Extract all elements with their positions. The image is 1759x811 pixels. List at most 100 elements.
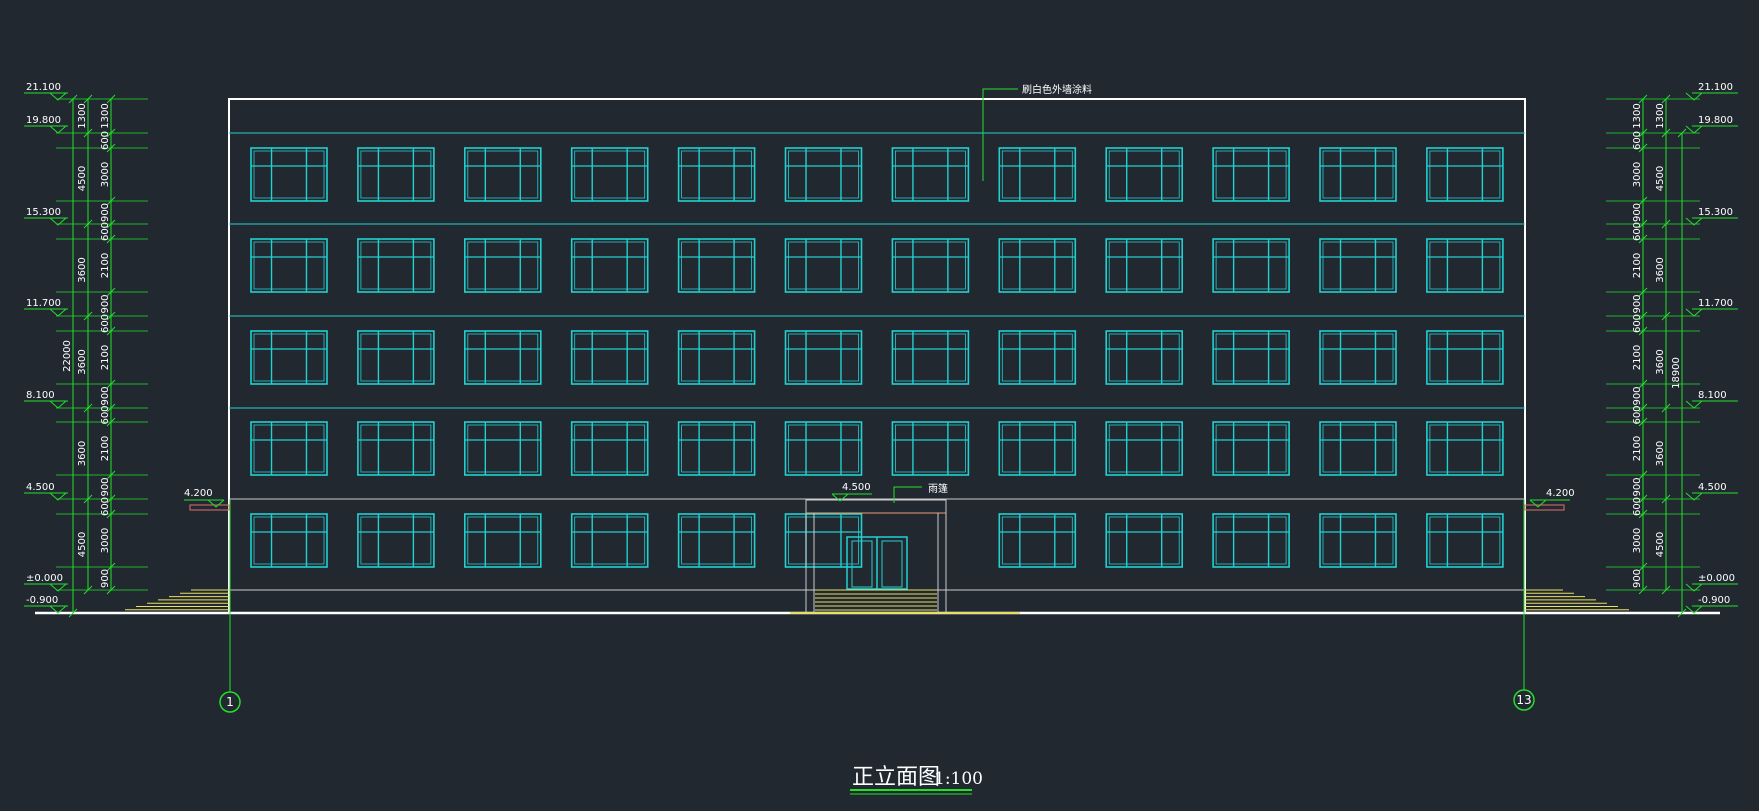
side-stairs	[125, 589, 1629, 611]
window-frame	[891, 330, 970, 385]
window	[677, 147, 756, 202]
window-frame	[998, 238, 1077, 293]
window-inner	[574, 516, 646, 565]
window-inner	[1322, 516, 1394, 565]
window	[1105, 147, 1183, 202]
window-frame	[357, 238, 435, 293]
window-frame	[570, 238, 649, 293]
window-frame	[357, 147, 435, 202]
window-inner	[1108, 424, 1180, 473]
window	[1319, 330, 1397, 385]
window-inner	[895, 150, 966, 199]
window-inner	[467, 150, 539, 199]
window	[1319, 513, 1397, 568]
window-inner	[788, 424, 859, 473]
window-frame	[677, 421, 756, 476]
window	[250, 147, 328, 202]
window-inner	[574, 333, 646, 382]
window-inner	[1322, 241, 1394, 290]
window-frame	[463, 147, 542, 202]
window-inner	[253, 516, 325, 565]
level-right-text: -0.900	[1698, 595, 1730, 606]
canopy-level-text: 4.500	[842, 482, 871, 493]
dim-left-inner-label: 2100	[100, 253, 111, 278]
window	[998, 238, 1077, 293]
window-frame	[250, 513, 328, 568]
window-frame	[784, 147, 863, 202]
window-frame	[1319, 238, 1397, 293]
level-left-text: 15.300	[26, 207, 61, 218]
window-frame	[463, 330, 542, 385]
window-inner	[1429, 516, 1501, 565]
window	[1105, 330, 1183, 385]
window	[891, 238, 970, 293]
side-level-left: 4.200	[184, 488, 225, 508]
drawing-title: 正立面图 1:100	[850, 765, 983, 795]
building-outline	[228, 98, 1526, 614]
window	[570, 238, 649, 293]
dim-left-outer-label: 3600	[77, 349, 88, 374]
window-frame	[1426, 421, 1504, 476]
wall-finish-label: 刷白色外墙涂料	[1022, 83, 1092, 96]
window	[1426, 421, 1504, 476]
window-inner	[574, 424, 646, 473]
window-inner	[1429, 241, 1501, 290]
dim-right-inner-label: 900	[1632, 477, 1643, 496]
dim-right-outer-label: 3600	[1655, 257, 1666, 282]
window-frame	[250, 330, 328, 385]
window-frame	[784, 238, 863, 293]
window	[1319, 238, 1397, 293]
window-inner	[788, 333, 859, 382]
window-frame	[891, 147, 970, 202]
level-right-text: ±0.000	[1698, 573, 1735, 584]
window	[250, 330, 328, 385]
window-inner	[1429, 333, 1501, 382]
window-frame	[1212, 238, 1290, 293]
window-inner	[253, 241, 325, 290]
dimension-group-left: 1300600300090060021009006002100900600210…	[56, 94, 148, 618]
window-inner	[360, 241, 432, 290]
canopy-leader-line	[893, 486, 922, 503]
window-frame	[1105, 238, 1183, 293]
window	[1319, 147, 1397, 202]
window-frame	[1105, 421, 1183, 476]
window-frame	[357, 421, 435, 476]
window	[784, 147, 863, 202]
window	[1212, 421, 1290, 476]
window-inner	[681, 241, 752, 290]
window-inner	[574, 241, 646, 290]
dim-left-inner-label: 2100	[100, 436, 111, 461]
window	[357, 330, 435, 385]
window	[784, 513, 863, 568]
dim-left-outer-label: 1300	[77, 103, 88, 128]
window-inner	[467, 424, 539, 473]
window	[570, 147, 649, 202]
window-frame	[677, 238, 756, 293]
window-inner	[1322, 333, 1394, 382]
window	[463, 330, 542, 385]
window	[1212, 147, 1290, 202]
window-inner	[1429, 150, 1501, 199]
window-inner	[1001, 424, 1073, 473]
dim-right-inner-label: 600	[1632, 222, 1643, 241]
dim-right-outer-label: 1300	[1655, 103, 1666, 128]
grid-axis-1-label: 1	[226, 695, 234, 709]
window	[998, 147, 1077, 202]
window-frame	[891, 238, 970, 293]
dim-left-inner-label: 2100	[100, 345, 111, 370]
entrance-steps	[815, 589, 937, 611]
window	[1426, 238, 1504, 293]
dim-left-inner-label: 600	[100, 314, 111, 333]
dim-right-inner-label: 2100	[1632, 345, 1643, 370]
window-inner	[467, 333, 539, 382]
window	[570, 421, 649, 476]
window	[357, 147, 435, 202]
level-left-text: 21.100	[26, 82, 61, 93]
dim-right-inner-label: 600	[1632, 497, 1643, 516]
dim-left-inner-label: 1300	[100, 103, 111, 128]
side-level-right: 4.200	[1529, 488, 1575, 508]
window-frame	[1105, 147, 1183, 202]
level-left-text: 19.800	[26, 115, 61, 126]
window-inner	[253, 424, 325, 473]
wall-finish-leader-line	[982, 88, 1018, 181]
